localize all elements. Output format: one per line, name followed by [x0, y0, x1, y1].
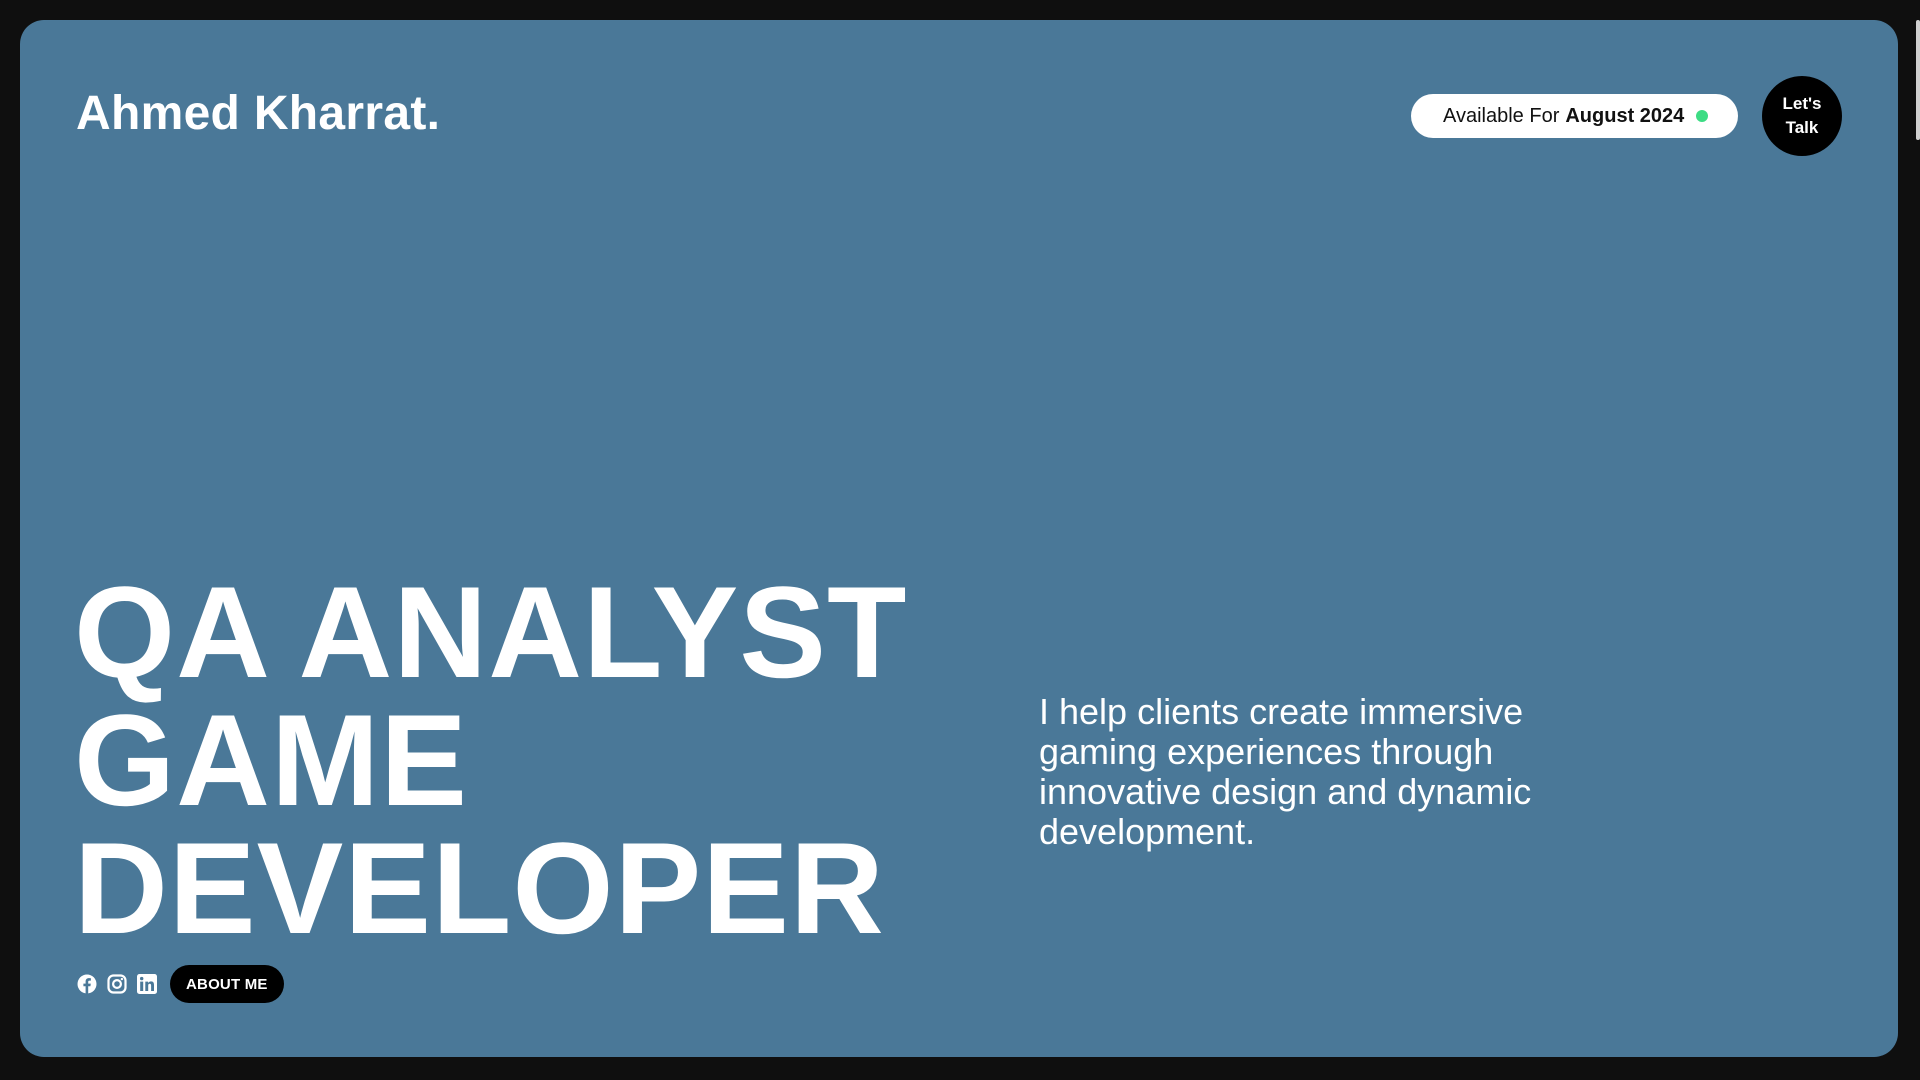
about-me-button[interactable]: ABOUT ME: [170, 965, 284, 1003]
availability-date: August 2024: [1565, 104, 1685, 127]
headline-line-3: DEVELOPER: [74, 815, 885, 961]
facebook-icon[interactable]: [76, 973, 98, 995]
status-dot-icon: [1696, 110, 1709, 122]
lets-talk-line1: Let's: [1782, 94, 1822, 113]
hero-card: Ahmed Kharrat. Available For August 2024…: [20, 20, 1898, 1057]
instagram-icon[interactable]: [106, 973, 128, 995]
headline-line-1: QA ANALYST: [74, 559, 908, 705]
hero-headline: QA ANALYST GAME DEVELOPER: [74, 559, 908, 961]
lets-talk-button[interactable]: Let's Talk: [1762, 76, 1842, 156]
social-links: ABOUT ME: [76, 965, 284, 1003]
headline-line-2: GAME: [74, 687, 468, 833]
linkedin-icon[interactable]: [136, 973, 158, 995]
lets-talk-line2: Talk: [1785, 118, 1819, 137]
page-scrollbar[interactable]: [1916, 20, 1920, 140]
brand-logo[interactable]: Ahmed Kharrat.: [76, 86, 440, 141]
availability-badge: Available For August 2024: [1411, 94, 1738, 138]
hero-tagline: I help clients create immersive gaming e…: [1039, 691, 1532, 852]
availability-prefix: Available For: [1443, 104, 1560, 127]
